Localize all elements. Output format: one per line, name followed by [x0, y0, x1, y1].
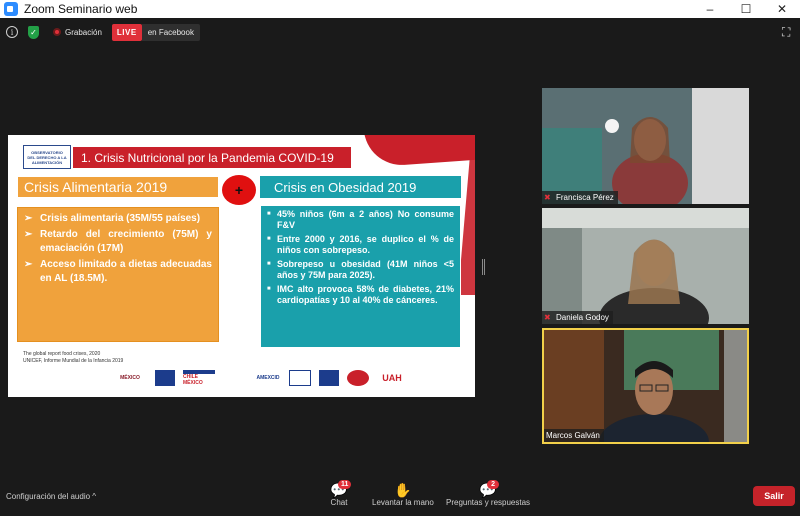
- plus-sign: +: [222, 175, 256, 205]
- window-title: Zoom Seminario web: [24, 2, 138, 16]
- participant-name: Marcos Galván: [546, 431, 600, 440]
- source-line: The global report food crises, 2020: [23, 351, 101, 357]
- list-item: IMC alto provoca 58% de diabetes, 21% ca…: [267, 284, 454, 305]
- chile-ministry-logo: [319, 370, 339, 386]
- participant-tile[interactable]: ✖ Francisca Pérez: [542, 88, 749, 204]
- source-line: UNICEF, Informe Mundial de la Infancia 2…: [23, 358, 124, 364]
- recording-label: Grabación: [65, 27, 102, 37]
- zoom-app-icon: [4, 2, 18, 16]
- chat-bubble-icon: 💬 11: [330, 480, 352, 498]
- logo-text: ALIMENTACIÓN: [31, 159, 63, 165]
- slide-decoration: [363, 135, 475, 168]
- participant-name-tag: Marcos Galván: [544, 429, 604, 442]
- obesity-crisis-list: 45% niños (6m a 2 años) No consume F&V E…: [260, 205, 461, 348]
- food-crisis-list: Crisis alimentaria (35M/55 países) Retar…: [17, 207, 219, 342]
- participant-tile-active-speaker[interactable]: Marcos Galván: [542, 328, 749, 444]
- amexcid-logo: AMEXCID: [256, 375, 280, 381]
- live-destination[interactable]: en Facebook: [141, 23, 200, 41]
- university-logo: [289, 370, 311, 386]
- leave-button[interactable]: Salir: [753, 486, 795, 506]
- chat-button[interactable]: 💬 11 Chat: [330, 480, 352, 507]
- record-dot-icon: [53, 28, 61, 36]
- fullscreen-icon[interactable]: ⛶: [782, 26, 794, 38]
- qa-icon: 💬 2: [479, 480, 500, 498]
- list-item: Acceso limitado a dietas adecuadas en AL…: [24, 258, 212, 286]
- shared-slide: OBSERVATORIO DEL DERECHO A LA ALIMENTACI…: [8, 135, 475, 397]
- close-button[interactable]: ✕: [764, 0, 800, 18]
- qa-button[interactable]: 💬 2 Preguntas y respuestas: [446, 480, 531, 507]
- security-shield-icon[interactable]: ✓: [28, 25, 39, 39]
- chile-gov-logo: [155, 370, 175, 386]
- agci-logo: [223, 370, 247, 386]
- food-crisis-title: Crisis Alimentaria 2019: [17, 176, 219, 198]
- participant-tile[interactable]: ✖ Daniela Godoy: [542, 208, 749, 324]
- participant-name: Francisca Pérez: [556, 193, 614, 202]
- chat-unread-badge: 11: [338, 480, 352, 489]
- window-titlebar: Zoom Seminario web – ☐ ✕: [0, 0, 800, 18]
- chevron-up-icon: ^: [92, 492, 97, 501]
- split-divider-handle[interactable]: [482, 259, 485, 275]
- participant-video: [542, 208, 749, 324]
- slide-sources: The global report food crises, 2020 UNIC…: [23, 351, 123, 365]
- meeting-controls-bar: Configuración del audio ^ 💬 11 Chat ✋ Lev…: [0, 480, 800, 516]
- live-badge[interactable]: LIVE: [111, 23, 142, 41]
- chile-mexico-logo: CHILE MÉXICO: [183, 370, 215, 386]
- maximize-button[interactable]: ☐: [728, 0, 764, 18]
- participant-name: Daniela Godoy: [556, 313, 609, 322]
- elige-vivir-sano-logo: [347, 370, 369, 386]
- info-icon[interactable]: i: [6, 26, 18, 38]
- obesity-crisis-title: Crisis en Obesidad 2019: [260, 176, 461, 198]
- list-item: Crisis alimentaria (35M/55 países): [24, 212, 212, 226]
- raise-hand-label: Levantar la mano: [372, 498, 434, 507]
- minimize-button[interactable]: –: [692, 0, 728, 18]
- slide-title: 1. Crisis Nutricional por la Pandemia CO…: [73, 147, 351, 168]
- partner-logos: MÉXICO CHILE MÉXICO AMEXCID UAH: [113, 368, 453, 388]
- participant-video: [544, 330, 747, 442]
- qa-label: Preguntas y respuestas: [446, 498, 531, 507]
- window-controls: – ☐ ✕: [692, 0, 800, 18]
- audio-settings-button[interactable]: Configuración del audio ^: [6, 492, 96, 501]
- observatorio-logo: OBSERVATORIO DEL DERECHO A LA ALIMENTACI…: [23, 145, 71, 169]
- participant-name-tag: ✖ Francisca Pérez: [542, 191, 618, 204]
- qa-badge: 2: [487, 480, 500, 489]
- participant-video: [542, 88, 749, 204]
- list-item: Retardo del crecimiento (75M) y emaciaci…: [24, 228, 212, 256]
- audio-settings-label: Configuración del audio: [6, 492, 91, 501]
- raise-hand-button[interactable]: ✋ Levantar la mano: [372, 481, 434, 508]
- uah-logo: UAH: [382, 373, 402, 383]
- meeting-topbar: i ✓ Grabación LIVE en Facebook: [0, 22, 200, 42]
- meeting-area: i ✓ Grabación LIVE en Facebook ⛶ OBSERVA…: [0, 18, 800, 516]
- mic-muted-icon: ✖: [544, 313, 551, 322]
- participant-name-tag: ✖ Daniela Godoy: [542, 311, 613, 324]
- mexico-logo: MÉXICO: [120, 375, 140, 381]
- raise-hand-icon: ✋: [394, 481, 412, 498]
- recording-indicator[interactable]: Grabación: [53, 28, 102, 37]
- list-item: Sobrepeso u obesidad (41M niños <5 años …: [267, 259, 454, 280]
- list-item: 45% niños (6m a 2 años) No consume F&V: [267, 209, 454, 230]
- list-item: Entre 2000 y 2016, se duplico el % de ni…: [267, 234, 454, 255]
- chat-label: Chat: [330, 498, 348, 507]
- mic-muted-icon: ✖: [544, 193, 551, 202]
